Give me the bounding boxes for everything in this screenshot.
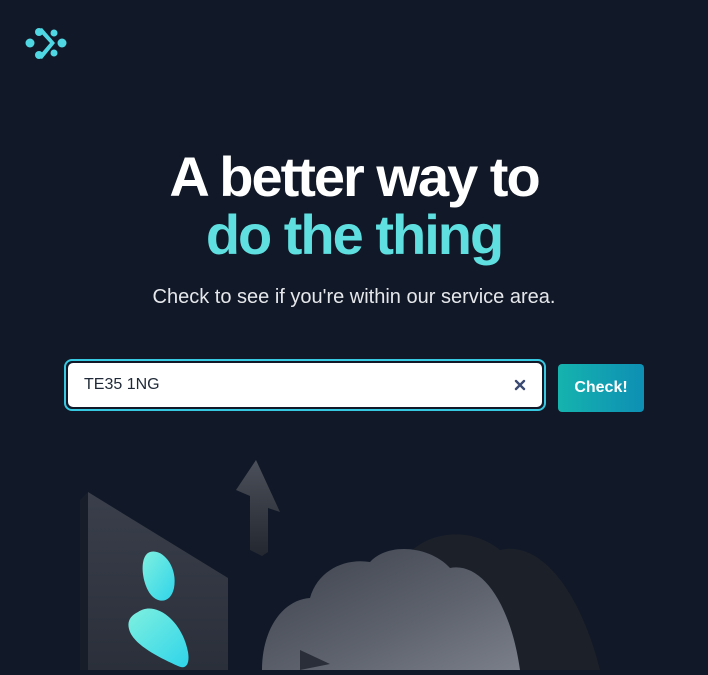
hero-headline: A better way to do the thing [0, 148, 708, 264]
headline-line-2: do the thing [205, 203, 504, 266]
service-area-search: Check! [64, 359, 646, 415]
illustration-graphic [80, 460, 600, 670]
headline-line-1: A better way to [169, 145, 540, 208]
brand-logo[interactable] [24, 24, 68, 64]
brand-logo-icon [25, 28, 67, 59]
check-button[interactable]: Check! [558, 364, 644, 412]
arrow-up-icon [236, 460, 280, 556]
postcode-field-inner [68, 363, 542, 407]
postcode-field-wrapper [64, 359, 546, 411]
close-icon [514, 379, 526, 391]
hero-section: A better way to do the thing Check to se… [0, 148, 708, 310]
postcode-input[interactable] [68, 363, 488, 407]
person-card-graphic [80, 492, 228, 670]
hero-illustration [0, 450, 708, 670]
cloud-icon [262, 534, 600, 670]
hero-subtitle: Check to see if you're within our servic… [152, 286, 556, 308]
clear-input-button[interactable] [512, 377, 528, 393]
